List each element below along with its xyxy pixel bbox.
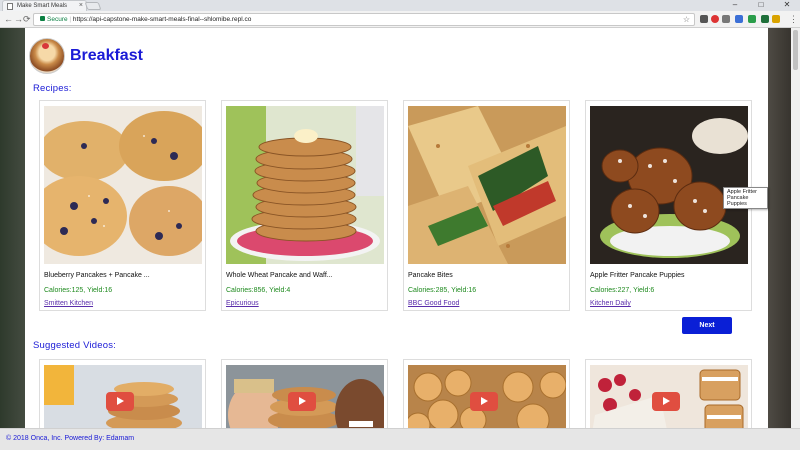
recipe-image[interactable]: [44, 106, 202, 264]
recipe-title: Apple Fritter Pancake Puppies: [590, 272, 685, 279]
url-text: https://api-capstone-make-smart-meals-fi…: [72, 16, 252, 23]
recipe-title: Blueberry Pancakes + Pancake ...: [44, 272, 150, 279]
back-icon[interactable]: ←: [4, 13, 13, 25]
recipe-nutrition: Calories:285, Yield:16: [408, 287, 477, 294]
extension-icon[interactable]: [772, 15, 780, 23]
recipe-image[interactable]: [226, 106, 384, 264]
recipe-nutrition: Calories:227, Yield:6: [590, 287, 655, 294]
browser-tab[interactable]: Make Smart Meals ×: [2, 0, 87, 11]
lock-icon: [40, 16, 45, 21]
tab-close-icon[interactable]: ×: [79, 2, 83, 9]
app-logo: [29, 38, 65, 74]
footer-text: © 2018 Onca, Inc. Powered By: Edamam: [6, 435, 135, 442]
reload-icon[interactable]: ⟳: [23, 13, 31, 25]
next-button[interactable]: Next: [682, 317, 732, 334]
extension-icon[interactable]: [722, 15, 730, 23]
close-window-icon[interactable]: ✕: [778, 0, 796, 10]
extension-icon[interactable]: [700, 15, 708, 23]
extension-icon[interactable]: [748, 15, 756, 23]
tab-strip: Make Smart Meals × – □ ✕: [0, 0, 800, 11]
recipe-nutrition: Calories:856, Yield:4: [226, 287, 291, 294]
video-card[interactable]: [39, 359, 206, 428]
recipe-card[interactable]: Pancake Bites Calories:285, Yield:16 BBC…: [403, 100, 570, 311]
recipe-source-link[interactable]: Smitten Kitchen: [44, 300, 93, 307]
minimize-icon[interactable]: –: [726, 0, 744, 10]
secure-label: Secure: [47, 16, 68, 23]
play-icon[interactable]: [652, 392, 680, 411]
page-background: Breakfast Recipes: Blueberry Pancakes + …: [0, 28, 800, 428]
forward-icon[interactable]: →: [14, 13, 23, 25]
scrollbar-thumb[interactable]: [793, 30, 798, 70]
page-title: Breakfast: [70, 47, 143, 64]
recipe-nutrition: Calories:125, Yield:16: [44, 287, 113, 294]
recipe-image[interactable]: [590, 106, 748, 264]
browser-menu-icon[interactable]: ⋮: [789, 13, 798, 25]
recipe-title: Pancake Bites: [408, 272, 453, 279]
extension-icon[interactable]: [761, 15, 769, 23]
new-tab-button[interactable]: [84, 2, 102, 10]
recipe-source-link[interactable]: Kitchen Daily: [590, 300, 631, 307]
extension-icon[interactable]: [711, 15, 719, 23]
maximize-icon[interactable]: □: [752, 0, 770, 10]
image-tooltip: Apple Fritter Pancake Puppies: [723, 187, 768, 209]
play-icon[interactable]: [106, 392, 134, 411]
tab-title: Make Smart Meals: [17, 3, 68, 9]
video-card[interactable]: [585, 359, 752, 428]
main-panel: Breakfast Recipes: Blueberry Pancakes + …: [25, 28, 768, 428]
video-card[interactable]: [221, 359, 388, 428]
recipe-card[interactable]: Whole Wheat Pancake and Waff... Calories…: [221, 100, 388, 311]
recipe-source-link[interactable]: BBC Good Food: [408, 300, 459, 307]
play-icon[interactable]: [470, 392, 498, 411]
recipe-source-link[interactable]: Epicurious: [226, 300, 259, 307]
videos-heading: Suggested Videos:: [33, 340, 116, 351]
bookmark-star-icon[interactable]: ☆: [683, 14, 690, 25]
recipe-card[interactable]: Blueberry Pancakes + Pancake ... Calorie…: [39, 100, 206, 311]
video-card[interactable]: [403, 359, 570, 428]
page-icon: [7, 3, 13, 10]
page-footer: © 2018 Onca, Inc. Powered By: Edamam: [0, 428, 800, 450]
recipe-image[interactable]: [408, 106, 566, 264]
address-bar[interactable]: Secure | https://api-capstone-make-smart…: [33, 13, 695, 26]
recipe-title: Whole Wheat Pancake and Waff...: [226, 272, 333, 279]
play-icon[interactable]: [288, 392, 316, 411]
browser-toolbar: ← → ⟳ Secure | https://api-capstone-make…: [0, 11, 800, 28]
recipes-heading: Recipes:: [33, 83, 72, 94]
page-scrollbar[interactable]: [791, 28, 800, 428]
extension-icon[interactable]: [735, 15, 743, 23]
